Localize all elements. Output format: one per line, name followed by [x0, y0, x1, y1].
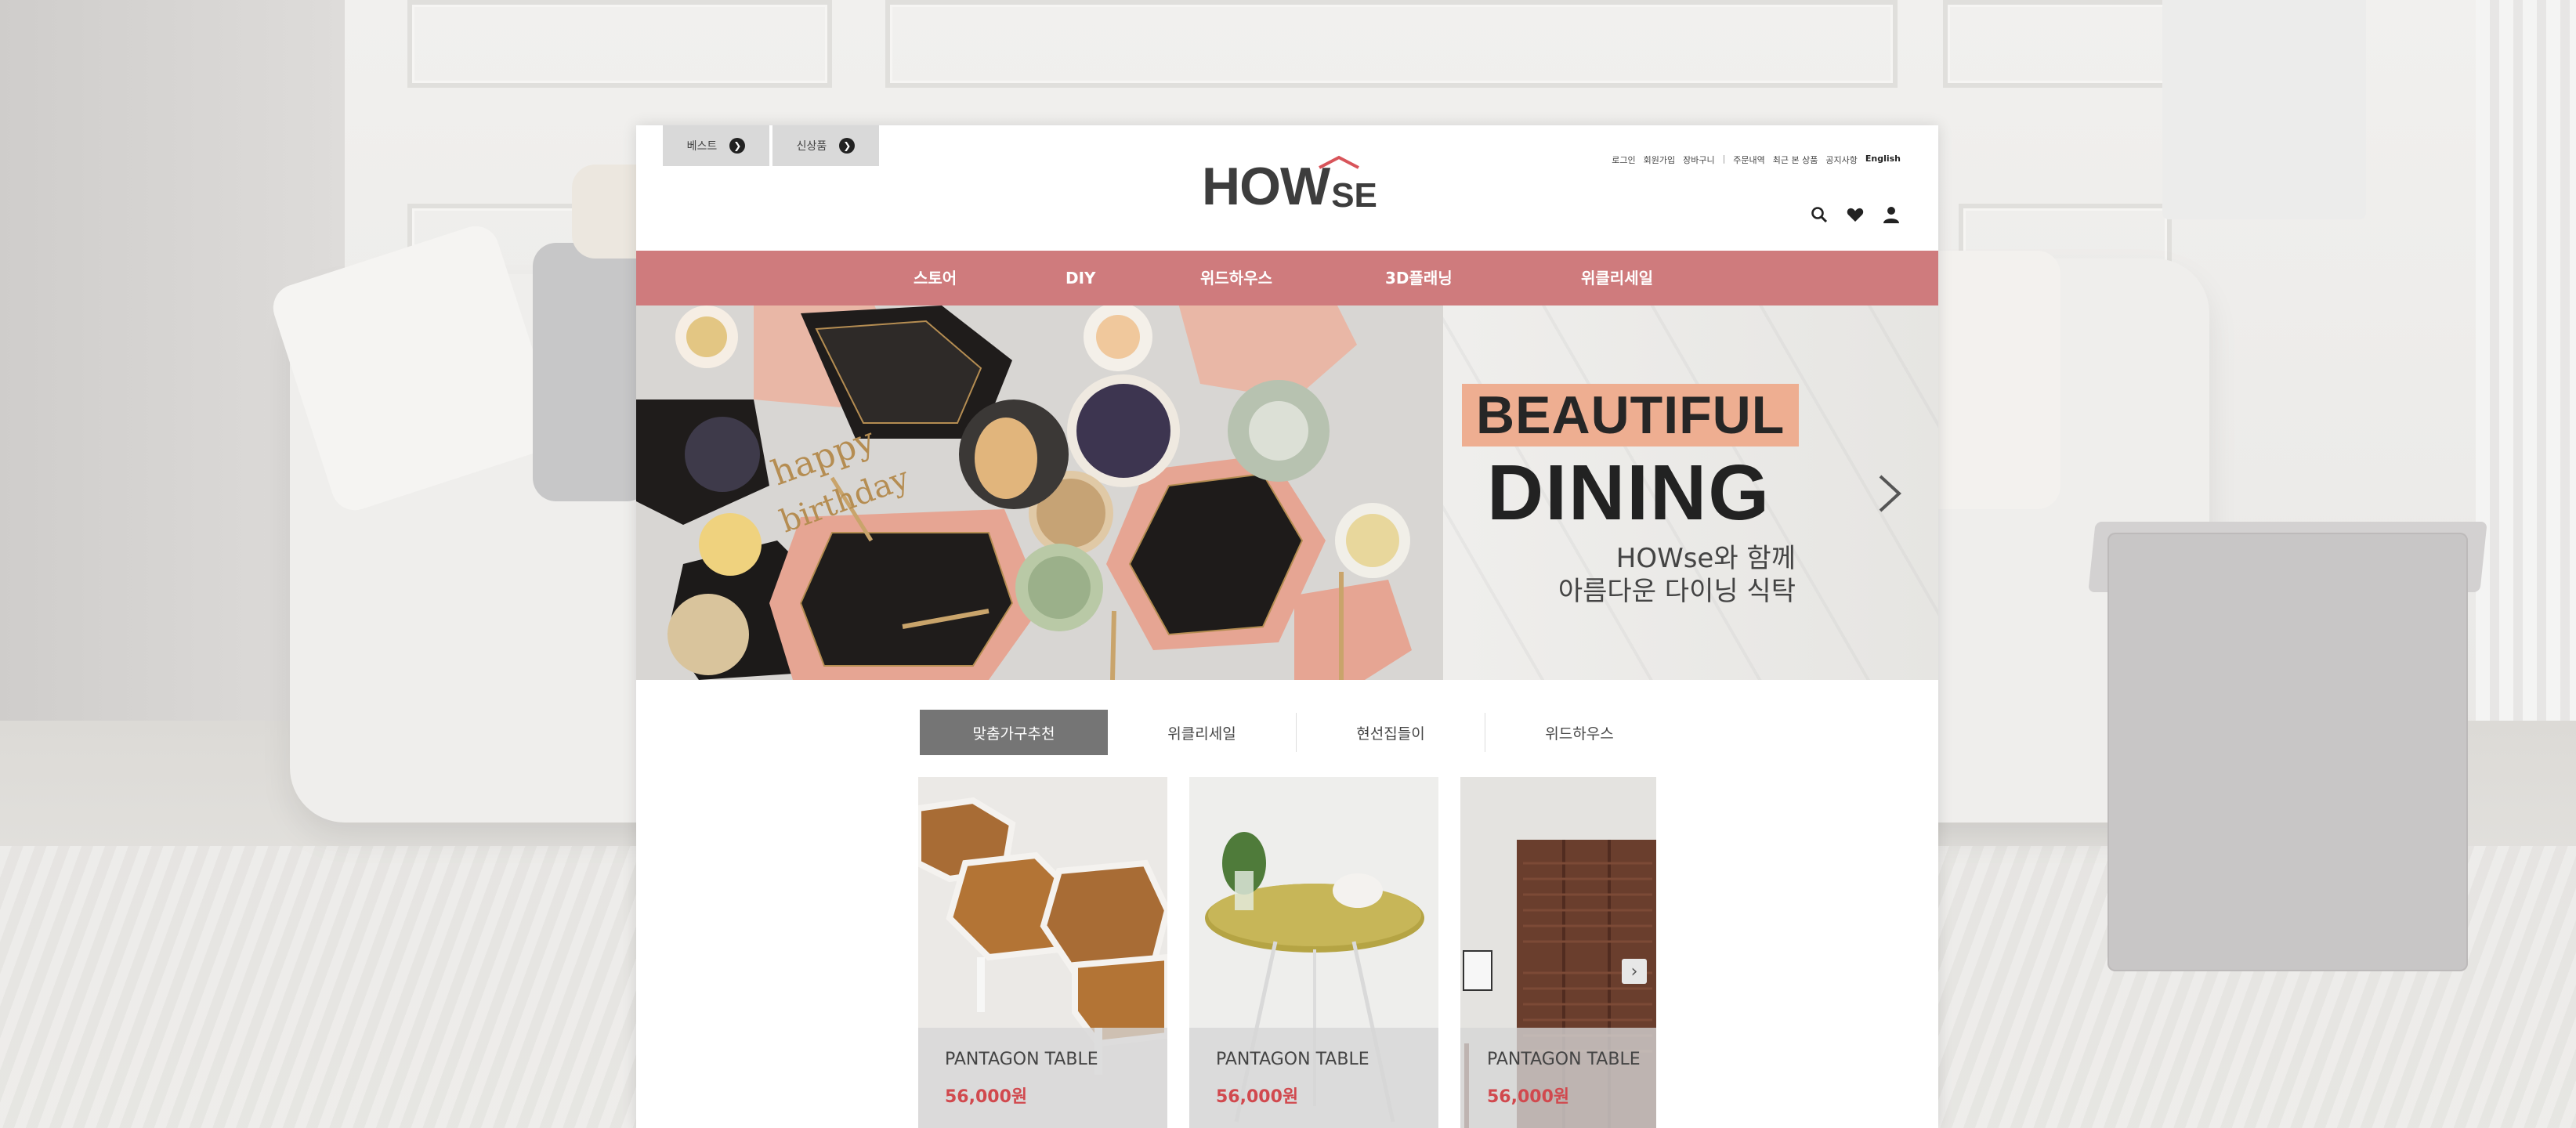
new-arrival-button-label: 신상품 — [796, 140, 827, 153]
util-link-recent[interactable]: 최근 본 상품 — [1773, 154, 1818, 166]
util-link-login[interactable]: 로그인 — [1612, 154, 1635, 166]
tab-housewarming[interactable]: 현선집들이 — [1297, 710, 1485, 755]
nav-item-3d-planning[interactable]: 3D플래닝 — [1385, 251, 1453, 306]
nav-item-diy[interactable]: DIY — [1065, 251, 1096, 306]
nav-item-with-house[interactable]: 위드하우스 — [1200, 251, 1272, 306]
new-arrival-button[interactable]: 신상품 ❯ — [772, 125, 879, 166]
storage-box — [2107, 533, 2468, 971]
chevron-right-icon[interactable] — [1866, 470, 1913, 517]
search-icon[interactable] — [1810, 205, 1829, 224]
product-name: PANTAGON TABLE — [1487, 1050, 1641, 1069]
language-link[interactable]: English — [1865, 154, 1901, 166]
hero-banner[interactable]: happy birthday BEAUTIFUL DINING HOWse와 함… — [636, 306, 1938, 680]
user-icon[interactable] — [1882, 205, 1901, 224]
product-name: PANTAGON TABLE — [1216, 1050, 1369, 1069]
product-label: PANTAGON TABLE 56,000원 — [1189, 1028, 1438, 1128]
util-link-notice[interactable]: 공지사항 — [1825, 154, 1857, 166]
chevron-right-icon: ❯ — [839, 138, 856, 154]
main-nav: 스토어 DIY 위드하우스 3D플래닝 위클리세일 — [636, 251, 1938, 306]
product-card[interactable]: PANTAGON TABLE 56,000원 — [1189, 777, 1438, 1128]
tab-custom-furniture[interactable]: 맞춤가구추천 — [920, 710, 1108, 755]
util-link-orders[interactable]: 주문내역 — [1733, 154, 1764, 166]
product-label: PANTAGON TABLE 56,000원 — [1460, 1028, 1656, 1128]
wall-unit — [2162, 0, 2366, 219]
hero-subtitle-1: HOWse와 함께 — [1615, 543, 1796, 574]
header-icons — [1810, 205, 1901, 224]
chevron-right-icon: ❯ — [729, 138, 746, 154]
dining-table-photo: happy birthday — [636, 306, 1443, 680]
product-price: 56,000원 — [1487, 1087, 1570, 1107]
hero-headline-2: DINING — [1487, 449, 1771, 537]
logo-suffix-text: SE — [1331, 176, 1377, 215]
nav-item-store[interactable]: 스토어 — [914, 251, 957, 306]
header: 베스트 ❯ 신상품 ❯ HOW SE 로그인 회원가입 장바구니 | 주문내역 … — [636, 125, 1938, 251]
util-link-signup[interactable]: 회원가입 — [1644, 154, 1675, 166]
logo-main-text: HOW — [1202, 157, 1330, 216]
product-name: PANTAGON TABLE — [945, 1050, 1098, 1069]
chevron-right-icon: › — [1630, 961, 1638, 982]
product-price: 56,000원 — [945, 1087, 1028, 1107]
wall-molding — [885, 0, 1898, 88]
util-link-cart[interactable]: 장바구니 — [1683, 154, 1714, 166]
product-card[interactable]: › PANTAGON TABLE 56,000원 — [1460, 777, 1656, 1128]
nav-item-weekly-sale[interactable]: 위클리세일 — [1581, 251, 1653, 306]
product-card[interactable]: PANTAGON TABLE 56,000원 — [918, 777, 1167, 1128]
category-tabs: 맞춤가구추천 위클리세일 현선집들이 위드하우스 — [920, 710, 1673, 755]
card-next-button[interactable]: › — [1622, 959, 1647, 984]
product-label: PANTAGON TABLE 56,000원 — [918, 1028, 1167, 1128]
product-price: 56,000원 — [1216, 1087, 1299, 1107]
curtain — [2476, 0, 2576, 721]
wall-molding — [1943, 0, 2172, 88]
util-divider: | — [1722, 154, 1726, 164]
best-button[interactable]: 베스트 ❯ — [663, 125, 769, 166]
wall-molding — [407, 0, 832, 88]
heart-icon[interactable] — [1846, 205, 1865, 224]
website-mockup: 베스트 ❯ 신상품 ❯ HOW SE 로그인 회원가입 장바구니 | 주문내역 … — [636, 125, 1938, 1128]
tab-with-house[interactable]: 위드하우스 — [1485, 710, 1673, 755]
hero-subtitle-2: 아름다운 다이닝 식탁 — [1558, 576, 1796, 607]
hero-headline-1: BEAUTIFUL — [1462, 384, 1800, 446]
sofa-cushion — [533, 243, 650, 501]
roof-icon — [1319, 155, 1359, 169]
best-button-label: 베스트 — [686, 140, 718, 153]
tab-weekly-sale[interactable]: 위클리세일 — [1108, 710, 1296, 755]
logo[interactable]: HOW SE — [1202, 155, 1377, 216]
utility-nav: 로그인 회원가입 장바구니 | 주문내역 최근 본 상품 공지사항 Englis… — [1612, 154, 1901, 166]
